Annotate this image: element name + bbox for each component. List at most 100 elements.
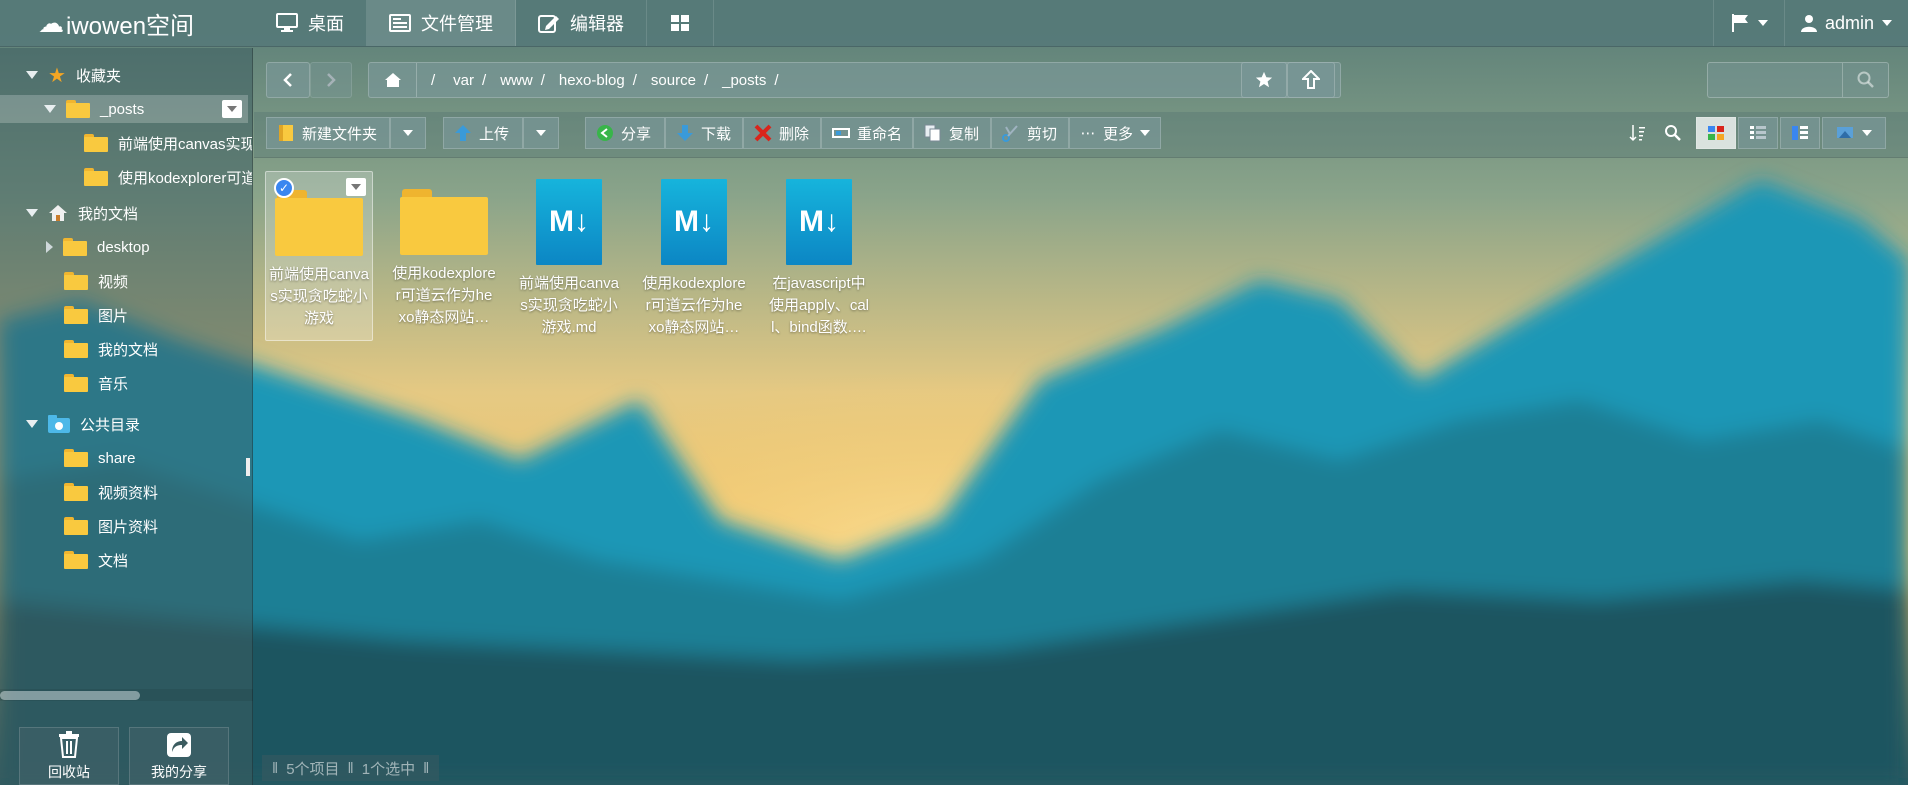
- tab-apps[interactable]: [647, 0, 714, 46]
- breadcrumb-posts[interactable]: _posts: [708, 72, 770, 89]
- tab-file-manager[interactable]: 文件管理: [367, 0, 516, 46]
- file-item[interactable]: M↓ 前端使用canvas实现贪吃蛇小游戏.md: [515, 171, 623, 341]
- home-icon: [384, 73, 401, 87]
- rename-icon: [832, 124, 850, 142]
- split-view-button[interactable]: [1780, 117, 1820, 149]
- go-up-button[interactable]: [1287, 62, 1335, 98]
- folder-icon: [66, 100, 90, 118]
- search-field[interactable]: [1707, 62, 1889, 98]
- tab-editor[interactable]: 编辑器: [516, 0, 647, 46]
- item-count: 5个项目: [286, 760, 340, 778]
- tree-group-public[interactable]: 公共目录: [26, 410, 140, 438]
- delete-button[interactable]: 删除: [743, 117, 821, 149]
- file-item[interactable]: M↓ 使用kodexplorer可道云作为hexo静态网站…: [640, 171, 748, 341]
- editor-icon: [538, 15, 559, 33]
- forward-button[interactable]: [310, 62, 352, 98]
- theme-menu-button[interactable]: [1822, 117, 1886, 149]
- more-button[interactable]: ⋯ 更多: [1069, 117, 1161, 149]
- tree-item-video-resources[interactable]: 视频资料: [64, 478, 158, 506]
- tree-item-documents[interactable]: 我的文档: [64, 335, 158, 363]
- chevron-down-icon: [1757, 20, 1768, 26]
- public-folder-icon: [48, 415, 70, 433]
- user-menu[interactable]: admin: [1783, 0, 1908, 46]
- theme-icon: [1837, 127, 1853, 138]
- file-item[interactable]: 使用kodexplorer可道云作为hexo静态网站…: [390, 171, 498, 341]
- tree-item-posts[interactable]: _posts: [0, 95, 248, 123]
- more-label: 更多: [1102, 125, 1133, 143]
- recycle-bin-button[interactable]: 回收站: [19, 727, 119, 785]
- search-icon: [1857, 71, 1874, 88]
- tree-group-my-docs[interactable]: 我的文档: [26, 199, 138, 227]
- breadcrumb-home-button[interactable]: [369, 63, 417, 97]
- icon-view-button[interactable]: [1696, 117, 1736, 149]
- tree-item-share[interactable]: share: [64, 444, 136, 472]
- sidebar-resize-handle[interactable]: [246, 458, 250, 476]
- search-button[interactable]: [1842, 63, 1888, 97]
- tree-item-kodexplorer[interactable]: 使用kodexplorer可道云作为hexo静态网站: [84, 163, 252, 191]
- folder-icon: [275, 190, 363, 256]
- new-folder-icon: [277, 124, 295, 142]
- upload-menu-dropdown[interactable]: [523, 117, 559, 149]
- tab-desktop[interactable]: 桌面: [254, 0, 367, 46]
- sort-button[interactable]: [1618, 117, 1658, 149]
- check-icon[interactable]: ✓: [274, 178, 294, 198]
- tree-item-canvas-snake[interactable]: 前端使用canvas实现贪吃蛇小游戏: [84, 129, 252, 157]
- cut-button[interactable]: 剪切: [991, 117, 1069, 149]
- share-button[interactable]: 分享: [585, 117, 665, 149]
- breadcrumb-www[interactable]: www: [486, 72, 537, 89]
- folder-icon: [64, 551, 88, 569]
- upload-icon: [454, 124, 472, 142]
- zoom-button[interactable]: [1653, 117, 1693, 149]
- folder-icon: [64, 340, 88, 358]
- download-button[interactable]: 下载: [665, 117, 743, 149]
- expand-arrow-icon[interactable]: [44, 105, 56, 113]
- new-menu-dropdown[interactable]: [390, 117, 426, 149]
- download-icon: [676, 124, 694, 142]
- breadcrumb-var[interactable]: var: [439, 72, 478, 89]
- language-menu[interactable]: [1712, 0, 1784, 46]
- tree-item-videos[interactable]: 视频: [64, 267, 128, 295]
- tree-group-favorites[interactable]: ★ 收藏夹: [26, 61, 121, 89]
- star-icon: ★: [48, 64, 66, 87]
- tab-editor-label: 编辑器: [570, 14, 624, 34]
- split-view-icon: [1792, 126, 1808, 140]
- home-icon: [49, 205, 67, 221]
- file-item[interactable]: M↓ 在javascript中使用apply、call、bind函数.…: [765, 171, 873, 341]
- breadcrumb-source[interactable]: source: [637, 72, 700, 89]
- item-menu-dropdown[interactable]: [346, 178, 366, 196]
- arrow-up-icon: [1302, 70, 1320, 89]
- tree-group-label: 公共目录: [80, 416, 141, 434]
- delete-x-icon: [754, 124, 772, 142]
- tree-item-music[interactable]: 音乐: [64, 369, 128, 397]
- more-dots-icon: ⋯: [1080, 125, 1096, 142]
- tree-item-label: 我的文档: [98, 341, 159, 359]
- app-logo[interactable]: ☁ iwowen空间: [0, 0, 254, 46]
- chevron-down-icon: [227, 106, 237, 112]
- file-name: 使用kodexplorer可道云作为hexo静态网站…: [642, 275, 746, 336]
- item-menu-dropdown[interactable]: [222, 100, 242, 118]
- upload-button[interactable]: 上传: [443, 117, 523, 149]
- my-share-button[interactable]: 我的分享: [129, 727, 229, 785]
- new-folder-button[interactable]: 新建文件夹: [266, 117, 390, 149]
- expand-arrow-icon[interactable]: [26, 420, 38, 428]
- copy-button[interactable]: 复制: [913, 117, 991, 149]
- tree-item-label: 视频: [98, 273, 129, 291]
- breadcrumb-root[interactable]: /: [417, 72, 439, 89]
- favorite-button[interactable]: [1241, 62, 1287, 98]
- sidebar-tree: ★ 收藏夹 _posts 前端使用canvas实现贪吃蛇小游戏 使用kodexp…: [0, 48, 253, 785]
- tree-item-image-resources[interactable]: 图片资料: [64, 512, 158, 540]
- tree-item-desktop[interactable]: desktop: [46, 233, 150, 261]
- tree-item-docs[interactable]: 文档: [64, 546, 128, 574]
- tree-item-pictures[interactable]: 图片: [64, 301, 128, 329]
- sidebar-horizontal-scrollbar[interactable]: [0, 689, 253, 701]
- expand-arrow-icon[interactable]: [26, 209, 38, 217]
- scrollbar-thumb[interactable]: [0, 691, 140, 700]
- expand-arrow-icon[interactable]: [26, 71, 38, 79]
- list-view-button[interactable]: [1738, 117, 1778, 149]
- back-button[interactable]: [266, 62, 310, 98]
- expand-arrow-icon[interactable]: [46, 241, 53, 253]
- file-item[interactable]: ✓ 前端使用canvas实现贪吃蛇小游戏: [265, 171, 373, 341]
- rename-button[interactable]: 重命名: [821, 117, 913, 149]
- breadcrumb-hexo-blog[interactable]: hexo-blog: [545, 72, 629, 89]
- chevron-down-icon: [1140, 130, 1150, 136]
